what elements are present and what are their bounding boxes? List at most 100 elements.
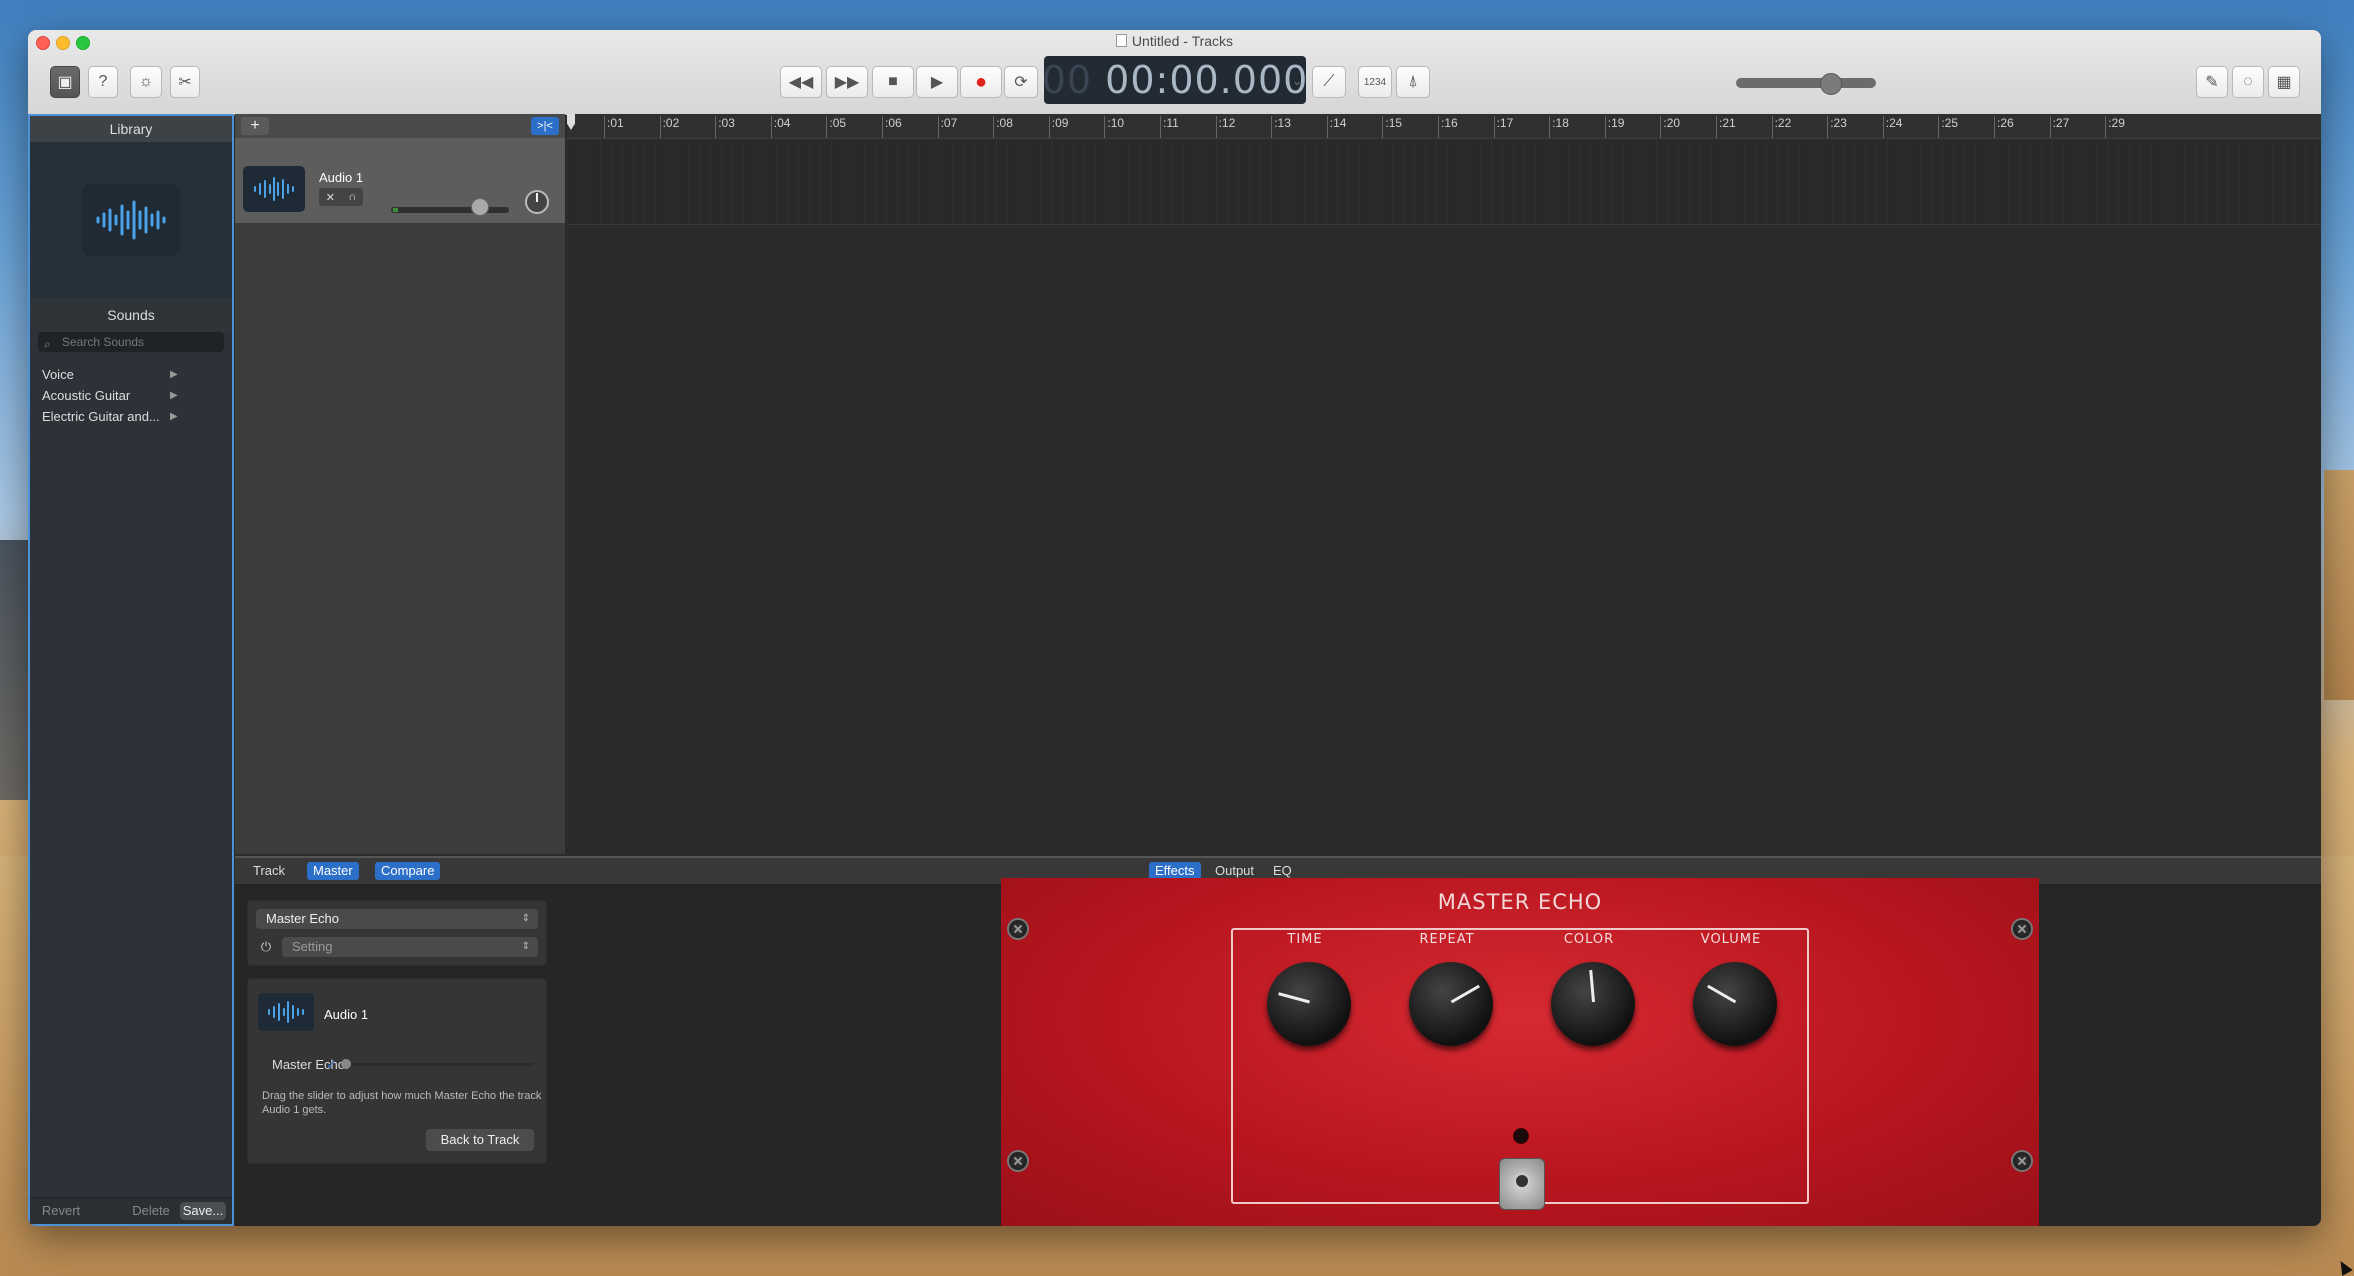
headphones-icon[interactable]: ∩ — [348, 191, 356, 203]
library-artwork — [30, 142, 232, 298]
repeat-knob[interactable] — [1409, 962, 1493, 1046]
ruler-tick: :27 — [2049, 116, 2070, 138]
pedal-frame: TIME REPEAT COLOR VOLUME — [1231, 928, 1809, 1210]
library-toggle-button[interactable]: ▣ — [50, 66, 80, 98]
waveform-icon — [258, 993, 314, 1031]
tuner-icon: ⟋ — [1323, 73, 1335, 90]
send-slider[interactable] — [344, 1063, 534, 1066]
track-header-toolbar: + >|< — [235, 114, 565, 139]
revert-button[interactable]: Revert — [38, 1202, 84, 1220]
send-label: Master Echo: — [272, 1057, 349, 1072]
note-pad-button[interactable]: ✎ — [2196, 66, 2228, 98]
count-in-button[interactable]: 1234 — [1358, 66, 1392, 98]
pan-knob[interactable] — [525, 190, 549, 214]
fast-forward-icon: ▶▶ — [834, 74, 860, 91]
ruler-tick: :13 — [1271, 116, 1291, 138]
master-volume-slider[interactable] — [1736, 78, 1876, 88]
ruler-tick: :24 — [1882, 116, 1903, 138]
send-checkbox[interactable]: ✓ — [326, 1057, 337, 1073]
ruler-tick: :23 — [1827, 116, 1847, 138]
up-down-icon: ⇕ — [521, 913, 530, 924]
lcd-display[interactable]: 00 00:00.000 — [1041, 56, 1307, 104]
waveform-icon — [243, 166, 305, 212]
desktop-dune-right — [2324, 470, 2354, 700]
ruler[interactable]: :01:02:03:04:05:06:07:08:09:10:11:12:13:… — [567, 114, 2321, 139]
editors-button[interactable]: ✂ — [170, 66, 200, 98]
loop-browser-button[interactable]: ◌ — [2232, 66, 2264, 98]
master-volume-knob[interactable] — [1820, 73, 1842, 95]
lcd-hours: 00 — [1041, 58, 1093, 102]
rewind-button[interactable]: ◀◀ — [780, 66, 822, 98]
play-icon: ▶ — [930, 74, 944, 91]
tab-compare[interactable]: Compare — [375, 862, 441, 880]
search-sounds-input[interactable]: ⌕ Search Sounds — [38, 332, 224, 352]
media-icon: ▦ — [2276, 74, 2292, 91]
library-item-acoustic-guitar[interactable]: Acoustic Guitar ▶ — [30, 385, 232, 406]
color-knob[interactable] — [1551, 962, 1635, 1046]
library-panel: Library Sounds ⌕ Search Sounds Voice ▶ Aco… — [28, 114, 234, 1226]
library-item-electric-guitar[interactable]: Electric Guitar and... ▶ — [30, 406, 232, 427]
ruler-tick: :21 — [1716, 116, 1736, 138]
help-button[interactable]: ? — [88, 66, 118, 98]
volume-knob[interactable] — [1693, 962, 1777, 1046]
up-down-icon: ⇕ — [521, 941, 530, 952]
ruler-tick: :01 — [604, 116, 624, 138]
cycle-icon: ⟳ — [1014, 74, 1028, 91]
track-volume-slider[interactable] — [391, 207, 509, 213]
ruler-tick: :08 — [993, 116, 1013, 138]
lcd-chevron-icon[interactable]: ⌄ — [1292, 74, 1302, 88]
repeat-label: REPEAT — [1419, 932, 1475, 947]
smart-controls-button[interactable]: ☼ — [130, 66, 162, 98]
garageband-window: Untitled - Tracks ▣ ? ☼ ✂ ◀◀ ▶▶ ■ ▶ ● ⟳ … — [28, 30, 2321, 1226]
mute-icon[interactable]: ✕ — [326, 191, 335, 204]
tuner-button[interactable]: ⟋ — [1312, 66, 1346, 98]
ruler-tick: :16 — [1438, 116, 1458, 138]
screw-icon — [1007, 1150, 1029, 1172]
plugin-selector-box: Master Echo ⇕ ⏻ Setting ⇕ — [247, 900, 547, 966]
ruler-tick: :12 — [1215, 116, 1236, 138]
add-track-button[interactable]: + — [241, 117, 269, 135]
smart-controls-panel: Track Master Compare Effects Output EQ M… — [235, 856, 2321, 1226]
chevron-right-icon: ▶ — [170, 411, 178, 422]
status-led — [1513, 1128, 1529, 1144]
cycle-button[interactable]: ⟳ — [1004, 66, 1038, 98]
tab-master[interactable]: Master — [307, 862, 359, 880]
save-button[interactable]: Save... — [180, 1202, 226, 1220]
time-knob-group: TIME — [1235, 932, 1375, 1072]
power-icon[interactable]: ⏻ — [256, 937, 276, 957]
delete-button[interactable]: Delete — [128, 1202, 174, 1220]
color-label: COLOR — [1563, 932, 1615, 947]
sounds-header: Sounds — [30, 298, 232, 332]
color-knob-group: COLOR — [1519, 932, 1659, 1072]
bypass-toggle-switch[interactable] — [1499, 1158, 1545, 1210]
track-volume-knob[interactable] — [471, 198, 489, 216]
back-to-track-button[interactable]: Back to Track — [426, 1129, 534, 1151]
volume-knob-group: VOLUME — [1661, 932, 1801, 1072]
setting-select[interactable]: Setting ⇕ — [282, 937, 538, 957]
fast-forward-button[interactable]: ▶▶ — [826, 66, 868, 98]
smart-controls-icon: ☼ — [138, 73, 154, 90]
play-button[interactable]: ▶ — [916, 66, 958, 98]
stop-button[interactable]: ■ — [872, 66, 914, 98]
time-knob[interactable] — [1267, 962, 1351, 1046]
ruler-tick: :11 — [1160, 116, 1179, 138]
media-browser-button[interactable]: ▦ — [2268, 66, 2300, 98]
master-echo-pedal: MASTER ECHO TIME REPEAT COLOR VOLUME — [1001, 878, 2039, 1226]
tab-track[interactable]: Track — [247, 862, 291, 880]
record-button[interactable]: ● — [960, 66, 1002, 98]
tracks-timeline[interactable]: :01:02:03:04:05:06:07:08:09:10:11:12:13:… — [567, 114, 2321, 854]
catch-playhead-button[interactable]: >|< — [531, 117, 559, 135]
ruler-tick: :14 — [1326, 116, 1347, 138]
metronome-button[interactable]: ⍋ — [1396, 66, 1430, 98]
ruler-tick: :22 — [1771, 116, 1792, 138]
plugin-select[interactable]: Master Echo ⇕ — [256, 909, 538, 929]
ruler-tick: :05 — [826, 116, 847, 138]
ruler-tick: :03 — [715, 116, 735, 138]
send-slider-knob[interactable] — [341, 1059, 351, 1069]
library-item-voice[interactable]: Voice ▶ — [30, 364, 232, 385]
plugin-controls: Master Echo ⇕ ⏻ Setting ⇕ Audio 1 Master… — [247, 900, 547, 1218]
document-icon — [1115, 34, 1127, 47]
track-lane[interactable] — [567, 139, 2321, 225]
track-row-audio-1[interactable]: Audio 1 ✕ ∩ — [235, 138, 565, 223]
ruler-tick: :06 — [882, 116, 902, 138]
